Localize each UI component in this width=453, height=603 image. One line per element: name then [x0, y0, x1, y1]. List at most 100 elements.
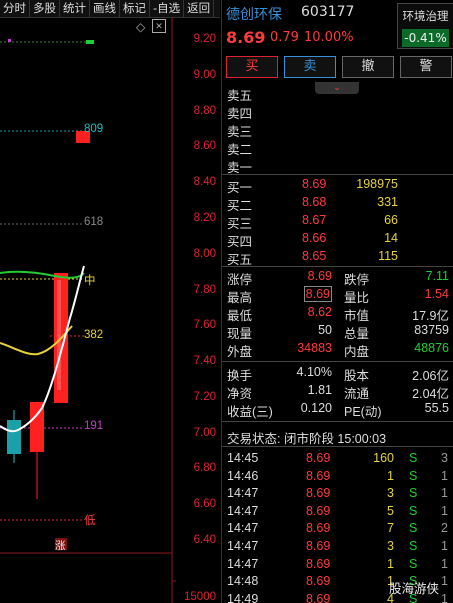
trade-status: 交易状态: 闭市阶段 15:00:03 [222, 427, 453, 446]
stat-label: 收益(三) [227, 405, 273, 419]
buy-button[interactable]: 买 [226, 56, 278, 78]
stat-row: 换手 4.10% 股本 2.06亿 [222, 364, 453, 383]
tick-side: S [409, 539, 418, 553]
ask-row-3: 卖三 [222, 120, 453, 139]
tick-volume: 1 [387, 468, 394, 483]
candle-1 [7, 420, 21, 454]
close-icon[interactable]: ✕ [152, 19, 166, 33]
trade-actions: 买 卖 撤 警 [226, 56, 452, 78]
bid-price: 8.66 [302, 231, 327, 245]
bid-volume: 115 [378, 249, 398, 263]
stock-name[interactable]: 德创环保 [226, 4, 282, 24]
price-tick: 8.60 [193, 140, 216, 152]
volume-ratio-value: 1.54 [424, 287, 449, 301]
stock-code: 603177 [301, 4, 355, 20]
sector-badge[interactable]: 环境治理 -0.41% [397, 3, 453, 49]
price-tick: 8.00 [193, 248, 216, 260]
fib-label-191: 191 [84, 420, 104, 432]
divider [222, 174, 453, 175]
price-tick: 7.80 [193, 284, 216, 296]
stat-row: 外盘 34883 内盘 48876 [222, 340, 453, 359]
alert-button[interactable]: 警 [400, 56, 452, 78]
current-volume-value: 50 [318, 323, 332, 337]
tick-count: 1 [441, 591, 448, 603]
tick-volume: 3 [387, 486, 394, 501]
stat-row: 最低 8.62 市值 17.9亿 [222, 304, 453, 323]
small-marker [8, 39, 11, 42]
tick-count: 3 [441, 451, 448, 465]
toolbar-mark-button[interactable]: 标记 [120, 0, 150, 17]
ask-row-2: 卖二 [222, 138, 453, 157]
price-tick: 7.00 [193, 427, 216, 439]
tick-row: 14:47 8.69 1 S 1 [222, 556, 453, 574]
bid-price: 8.65 [302, 249, 327, 263]
tick-count: 1 [441, 539, 448, 553]
tick-price: 8.69 [306, 521, 331, 536]
price-tick: 6.60 [193, 498, 216, 510]
toolbar-statistics-button[interactable]: 统计 [60, 0, 90, 17]
bid-price: 8.68 [302, 195, 327, 209]
tick-time: 14:46 [227, 468, 259, 483]
low-value: 8.62 [307, 305, 332, 319]
bid-volume: 14 [384, 231, 398, 245]
stat-row: 最高 8.69 量比 1.54 [222, 286, 453, 305]
ask-row-5: 卖五 [222, 84, 453, 103]
ask-row-4: 卖四 [222, 102, 453, 121]
toolbar-multi-stock-button[interactable]: 多股 [30, 0, 60, 17]
tick-side: S [409, 468, 418, 483]
inner-volume-value: 48876 [414, 341, 449, 355]
divider [222, 361, 453, 362]
low-label: 低 [84, 515, 96, 527]
stat-row: 涨停 8.69 跌停 7.11 [222, 268, 453, 287]
tick-side: S [409, 486, 418, 501]
diamond-icon[interactable]: ◇ [136, 20, 145, 34]
stat-label: PE(动) [344, 405, 382, 419]
stat-row: 收益(三) 0.120 PE(动) 55.5 [222, 400, 453, 419]
candle-3-highlight [57, 280, 61, 390]
turnover-value: 4.10% [296, 365, 332, 379]
sell-button[interactable]: 卖 [284, 56, 336, 78]
sector-change-pct: -0.41% [402, 29, 449, 47]
tick-price: 8.69 [306, 468, 331, 483]
fib-label-618: 618 [84, 216, 104, 228]
price-tick: 8.20 [193, 212, 216, 224]
tick-count: 1 [441, 486, 448, 501]
bid-row-5: 买五 8.65 115 [222, 248, 453, 267]
tick-row: 14:46 8.69 1 S 1 [222, 468, 453, 486]
tick-time: 14:47 [227, 556, 259, 571]
price-tick: 8.40 [193, 176, 216, 188]
ma-line-green [0, 270, 85, 279]
bid-row-4: 买四 8.66 14 [222, 230, 453, 249]
price-tick: 9.00 [193, 69, 216, 81]
price-tick: 8.80 [193, 105, 216, 117]
tick-volume: 3 [387, 539, 394, 553]
toolbar-back-button[interactable]: 返回 [184, 0, 215, 17]
tick-price: 8.69 [306, 574, 331, 589]
kline-chart[interactable]: 9.20 9.00 8.80 8.60 8.40 8.20 8.00 7.80 … [0, 18, 220, 603]
toolbar-watchlist-button[interactable]: -自选 [150, 0, 185, 17]
tick-price: 8.69 [306, 591, 331, 603]
price-tick: 7.60 [193, 319, 216, 331]
volume-scale-label: 15000 [184, 591, 216, 603]
ask-row-1: 卖一 [222, 156, 453, 175]
tick-count: 1 [441, 503, 448, 518]
tick-price: 8.69 [306, 451, 331, 465]
bid-row-1: 买一 8.69 198975 [222, 176, 453, 195]
bid-price: 8.67 [302, 213, 327, 227]
bid-row-2: 买二 8.68 331 [222, 194, 453, 213]
tick-volume: 1 [387, 556, 394, 571]
stat-label: 外盘 [227, 345, 253, 359]
tick-price: 8.69 [306, 486, 331, 501]
bid-volume: 331 [377, 195, 398, 209]
toolbar-intraday-button[interactable]: 分时 [0, 0, 30, 17]
price-tick: 9.20 [193, 33, 216, 45]
bid-row-3: 买三 8.67 66 [222, 212, 453, 231]
stat-label: 内盘 [344, 345, 370, 359]
fib-label-809: 809 [84, 123, 104, 135]
limit-up-value: 8.69 [307, 269, 332, 283]
sector-name: 环境治理 [402, 9, 449, 23]
outer-volume-value: 34883 [297, 341, 332, 355]
toolbar-draw-line-button[interactable]: 画线 [90, 0, 120, 17]
cancel-order-button[interactable]: 撤 [342, 56, 394, 78]
mid-label: 中 [84, 275, 96, 287]
